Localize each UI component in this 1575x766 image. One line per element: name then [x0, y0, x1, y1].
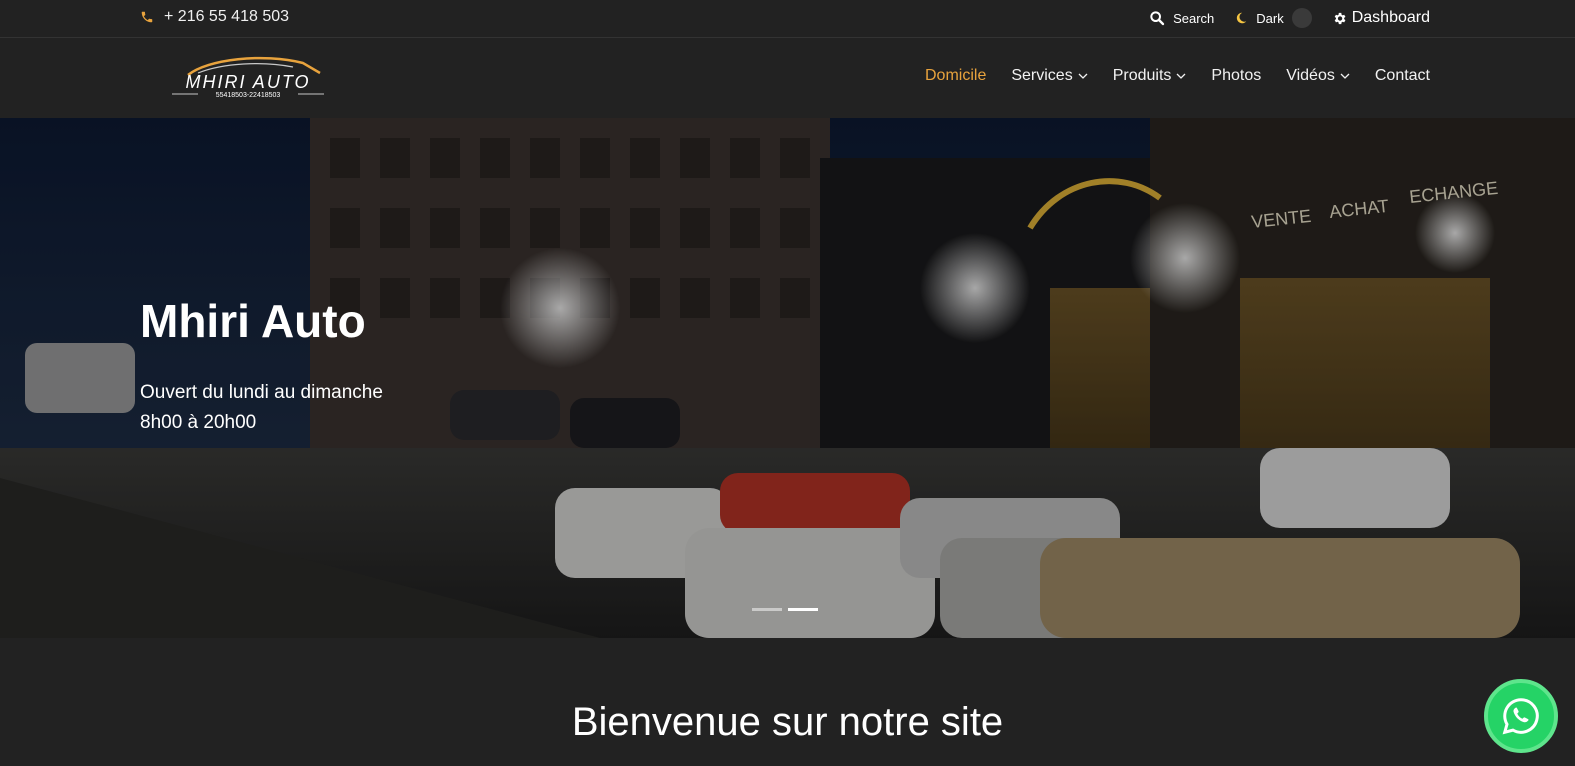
nav-label-photos: Photos — [1211, 67, 1262, 84]
nav-item-photos[interactable]: Photos — [1211, 67, 1261, 85]
nav-label-videos: Vidéos — [1286, 67, 1335, 84]
nav-label-domicile: Domicile — [925, 67, 987, 84]
nav-item-produits[interactable]: Produits — [1113, 67, 1187, 85]
welcome-heading: Bienvenue sur notre site — [571, 700, 1004, 744]
brand-logo[interactable]: MHIRI AUTO 55418503-22418503 — [168, 51, 328, 103]
slide-indicator-2[interactable] — [788, 608, 818, 611]
whatsapp-icon — [1502, 698, 1539, 735]
moon-icon — [1237, 12, 1247, 24]
main-menu: Domicile Services Produits Photos Vidéos… — [925, 67, 1430, 85]
chevron-down-icon — [1078, 73, 1088, 79]
slide-indicator-1[interactable] — [752, 608, 782, 611]
search-icon — [1150, 11, 1165, 26]
nav-item-contact[interactable]: Contact — [1375, 67, 1430, 85]
phone-contact[interactable]: + 216 55 418 503 — [140, 8, 289, 26]
search-label: Search — [1173, 10, 1215, 26]
dark-label: Dark — [1256, 10, 1284, 26]
chevron-down-icon — [1176, 73, 1186, 79]
phone-icon — [141, 11, 153, 23]
nav-label-contact: Contact — [1374, 67, 1430, 84]
search-button[interactable]: Search — [1149, 10, 1214, 26]
main-navbar: MHIRI AUTO 55418503-22418503 Domicile Se… — [0, 39, 1575, 118]
slider-indicators — [752, 608, 818, 611]
nav-label-services: Services — [1011, 67, 1073, 84]
top-actions: Search Dark Dashboard — [1149, 8, 1430, 28]
dashboard-label: Dashboard — [1351, 9, 1430, 26]
nav-item-domicile[interactable]: Domicile — [925, 67, 986, 85]
hero-hours-days: Ouvert du lundi au dimanche — [140, 382, 383, 403]
nav-item-services[interactable]: Services — [1011, 67, 1088, 85]
brand-phones: 55418503-22418503 — [216, 92, 281, 99]
dark-mode-toggle[interactable]: Dark — [1234, 8, 1312, 28]
nav-item-videos[interactable]: Vidéos — [1286, 67, 1350, 85]
nav-label-produits: Produits — [1112, 67, 1172, 84]
phone-number: + 216 55 418 503 — [164, 8, 290, 25]
hero-title: Mhiri Auto — [140, 295, 366, 347]
hero-hours-time: 8h00 à 20h00 — [140, 412, 257, 433]
chevron-down-icon — [1340, 73, 1350, 79]
hero-subtitle: Ouvert du lundi au dimanche 8h00 à 20h00 — [140, 378, 383, 438]
gear-icon — [1334, 12, 1346, 24]
dashboard-link[interactable]: Dashboard — [1332, 9, 1430, 27]
hero-slider[interactable]: VENTE ACHAT ECHANGE Mhiri Auto Ouvert du… — [0, 118, 1575, 638]
dark-mode-switch[interactable] — [1291, 8, 1312, 28]
top-bar: + 216 55 418 503 Search Dark Dashboard — [0, 0, 1575, 38]
brand-name: MHIRI AUTO — [185, 72, 310, 92]
whatsapp-button[interactable] — [1484, 679, 1558, 753]
